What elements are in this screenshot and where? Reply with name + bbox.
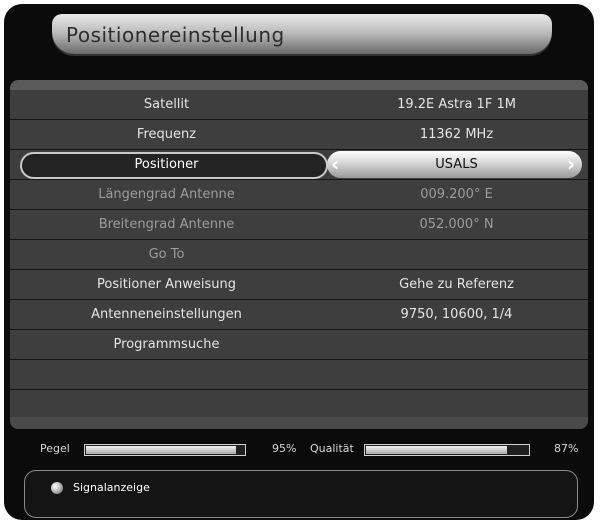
row-value: USALS [435, 157, 478, 172]
row-label: Frequenz [136, 127, 197, 142]
qualitat-bar [364, 444, 530, 456]
qualitat-percent: 87% [554, 442, 579, 455]
row-value [325, 360, 588, 389]
row-laengengrad[interactable]: Längengrad Antenne 009.200° E [10, 180, 588, 210]
pegel-bar [84, 444, 246, 456]
row-label: Positioner Anweisung [97, 277, 236, 292]
table-top-edge [10, 80, 588, 90]
row-label: Breitengrad Antenne [98, 217, 235, 232]
row-value [325, 390, 588, 419]
row-positioner-anweisung[interactable]: Positioner Anweisung Gehe zu Referenz [10, 270, 588, 300]
radio-dot-icon[interactable] [51, 482, 63, 494]
row-value: Gehe zu Referenz [399, 277, 514, 292]
pegel-percent: 95% [272, 442, 297, 455]
info-panel: Signalanzeige [24, 470, 578, 518]
chevron-right-icon[interactable]: › [567, 152, 575, 176]
row-value: 19.2E Astra 1F 1M [397, 97, 516, 112]
tv-menu-screen: Positionereinstellung Satellit 19.2E Ast… [4, 4, 594, 520]
row-value: 052.000° N [419, 217, 494, 232]
row-value: 009.200° E [420, 187, 493, 202]
row-go-to[interactable]: Go To [10, 240, 588, 270]
row-positioner[interactable]: ‹ › Positioner USALS [10, 150, 588, 180]
row-label [10, 390, 323, 419]
table-bottom-edge [10, 417, 588, 429]
row-label: Antenneneinstellungen [91, 307, 242, 322]
settings-table: Satellit 19.2E Astra 1F 1M Frequenz 1136… [10, 90, 588, 420]
row-value: 11362 MHz [419, 127, 494, 142]
row-breitengrad[interactable]: Breitengrad Antenne 052.000° N [10, 210, 588, 240]
pegel-fill [86, 446, 236, 454]
row-antenneneinstellungen[interactable]: Antenneneinstellungen 9750, 10600, 1/4 [10, 300, 588, 330]
row-value [325, 240, 588, 269]
row-empty [10, 390, 588, 420]
row-label [10, 360, 323, 389]
row-label: Go To [148, 247, 185, 262]
row-programmsuche[interactable]: Programmsuche [10, 330, 588, 360]
row-value [325, 330, 588, 359]
page-title: Positionereinstellung [66, 23, 285, 47]
row-frequenz[interactable]: Frequenz 11362 MHz [10, 120, 588, 150]
row-label: Programmsuche [113, 337, 220, 352]
signalanzeige-label: Signalanzeige [73, 481, 150, 494]
row-label: Längengrad Antenne [98, 187, 235, 202]
chevron-left-icon[interactable]: ‹ [331, 152, 339, 176]
qualitat-fill [366, 446, 507, 454]
title-bar: Positionereinstellung [52, 14, 552, 54]
row-label: Satellit [143, 97, 190, 112]
row-label: Positioner [134, 157, 199, 172]
pegel-label: Pegel [40, 442, 70, 455]
row-empty [10, 360, 588, 390]
row-value: 9750, 10600, 1/4 [400, 307, 513, 322]
row-satellit[interactable]: Satellit 19.2E Astra 1F 1M [10, 90, 588, 120]
qualitat-label: Qualität [310, 442, 354, 455]
